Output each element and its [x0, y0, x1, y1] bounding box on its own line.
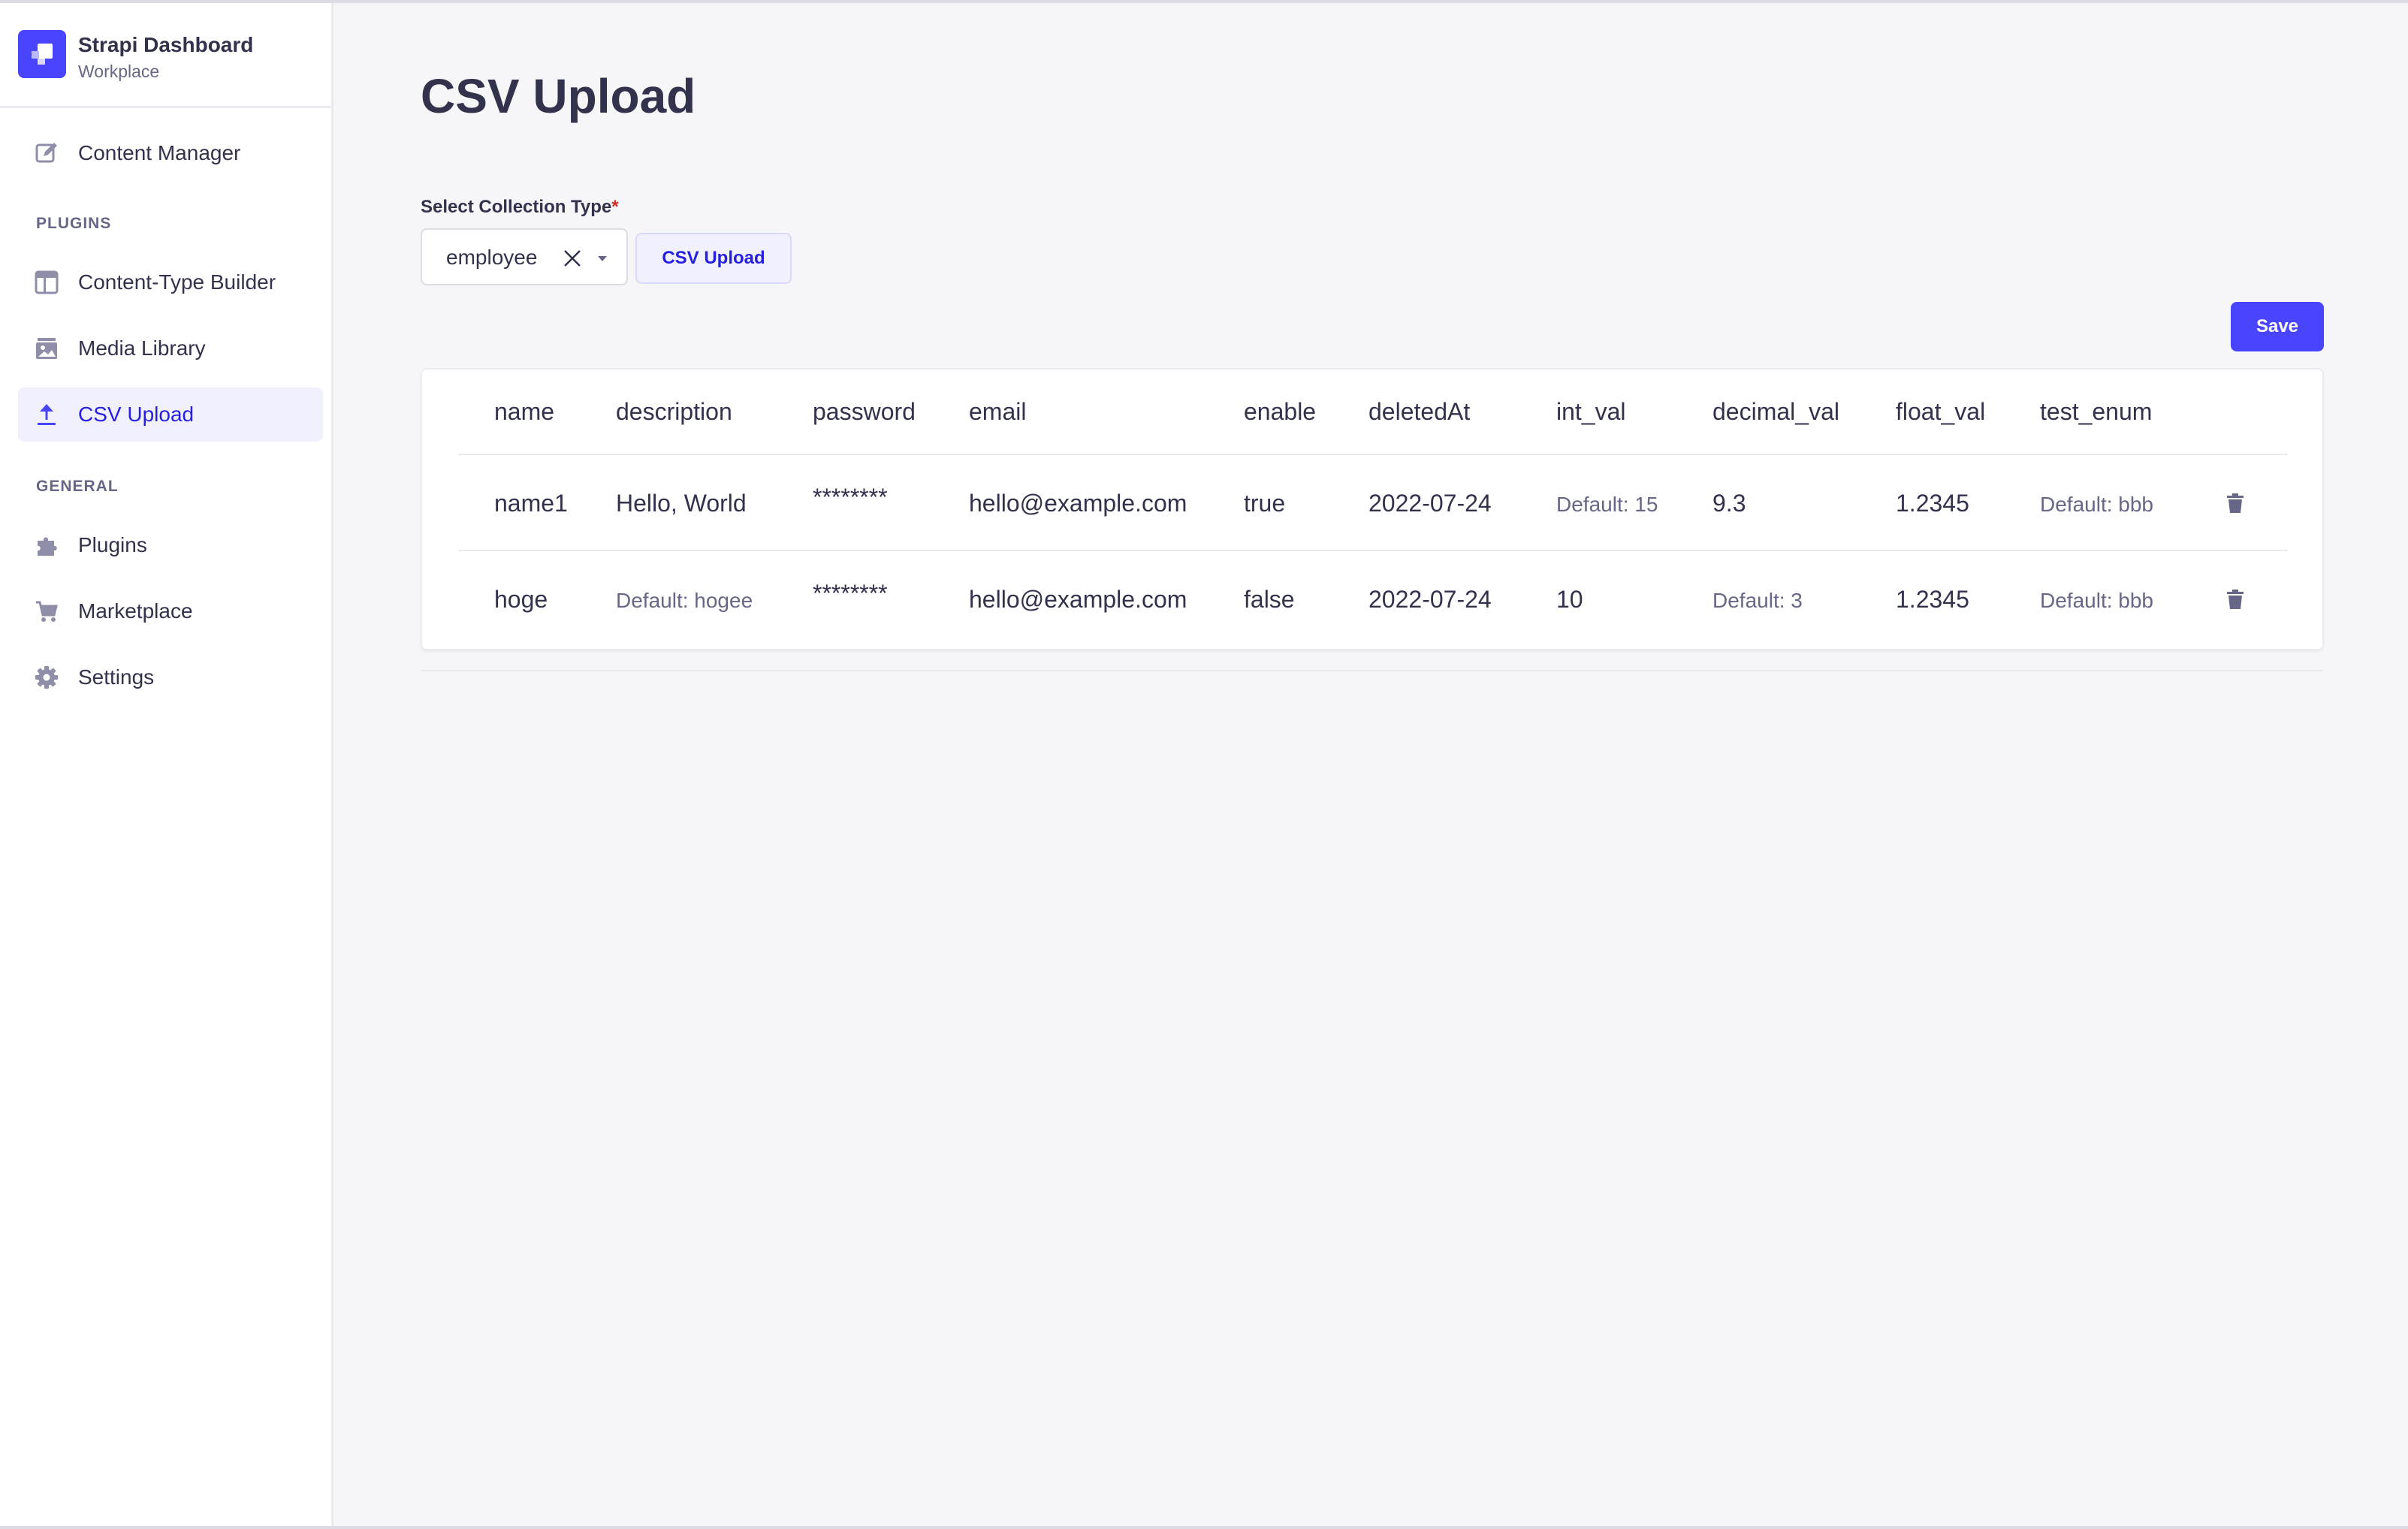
collection-type-value: employee	[446, 246, 538, 269]
column-header-email: email	[969, 398, 1027, 425]
brand-title: Strapi Dashboard	[78, 33, 254, 56]
cell-deletedat[interactable]: 2022-07-24	[1368, 488, 1492, 518]
sidebar-item-marketplace[interactable]: Marketplace	[18, 584, 323, 638]
cell-password[interactable]: ********	[813, 482, 888, 512]
cell-int-val[interactable]: Default: 15	[1556, 490, 1658, 520]
cell-email[interactable]: hello@example.com	[969, 488, 1187, 518]
cell-description[interactable]: Hello, World	[616, 488, 747, 518]
cell-decimal-val[interactable]: 9.3	[1712, 488, 1746, 518]
cell-name[interactable]: hoge	[494, 584, 548, 614]
cell-enable[interactable]: true	[1244, 488, 1285, 518]
column-header-name: name	[494, 398, 555, 425]
cell-test-enum[interactable]: Default: bbb	[2040, 586, 2153, 616]
trash-icon[interactable]	[2225, 493, 2246, 514]
sidebar-item-label: Plugins	[78, 533, 147, 556]
csv-upload-button[interactable]: CSV Upload	[635, 233, 792, 284]
sidebar-item-label: Media Library	[78, 336, 206, 360]
trash-icon[interactable]	[2225, 589, 2246, 610]
strapi-logo-icon	[18, 30, 66, 78]
top-border	[0, 0, 2408, 3]
sidebar-item-content-manager[interactable]: Content Manager	[18, 126, 323, 180]
cell-deletedat[interactable]: 2022-07-24	[1368, 584, 1492, 614]
brand-subtitle: Workplace	[78, 62, 160, 81]
cell-name[interactable]: name1	[494, 488, 568, 518]
collection-type-select[interactable]: employee	[421, 228, 628, 285]
pencil-icon	[35, 143, 57, 163]
sidebar-item-settings[interactable]: Settings	[18, 650, 323, 704]
cell-float-val[interactable]: 1.2345	[1896, 584, 1969, 614]
layout-icon	[35, 270, 59, 294]
chevron-down-icon[interactable]	[596, 252, 608, 264]
column-header-password: password	[813, 398, 916, 425]
cell-float-val[interactable]: 1.2345	[1896, 488, 1969, 518]
sidebar: Strapi Dashboard Workplace Content Manag…	[0, 3, 333, 1526]
sidebar-item-plugins[interactable]: Plugins	[18, 518, 323, 572]
row-divider	[458, 550, 2288, 551]
collection-type-label-text: Select Collection Type	[421, 197, 612, 217]
cell-password[interactable]: ********	[813, 578, 888, 608]
sidebar-item-label: Content Manager	[78, 141, 241, 164]
upload-icon	[38, 404, 56, 425]
bottom-border	[0, 1526, 2408, 1529]
column-header-float-val: float_val	[1896, 398, 1986, 425]
page-title: CSV Upload	[421, 69, 696, 123]
cell-decimal-val[interactable]: Default: 3	[1712, 586, 1803, 616]
column-header-enable: enable	[1244, 398, 1317, 425]
plugins-section-label: PLUGINS	[36, 215, 112, 232]
required-mark: *	[611, 197, 619, 217]
sidebar-item-content-type-builder[interactable]: Content-Type Builder	[18, 255, 323, 309]
column-header-deletedat: deletedAt	[1368, 398, 1471, 425]
column-header-decimal-val: decimal_val	[1712, 398, 1839, 425]
table-footer-divider	[421, 650, 2324, 671]
sidebar-item-label: Marketplace	[78, 599, 193, 623]
cell-description[interactable]: Default: hogee	[616, 586, 753, 616]
cell-email[interactable]: hello@example.com	[969, 584, 1187, 614]
cart-icon	[36, 601, 58, 622]
cell-enable[interactable]: false	[1244, 584, 1295, 614]
row-divider	[458, 454, 2288, 455]
data-table: name description password email enable d…	[421, 368, 2324, 650]
cell-int-val[interactable]: 10	[1556, 584, 1583, 614]
save-button[interactable]: Save	[2231, 302, 2324, 351]
column-header-description: description	[616, 398, 732, 425]
image-icon	[36, 338, 57, 359]
brand-header[interactable]: Strapi Dashboard Workplace	[0, 3, 331, 108]
sidebar-item-csv-upload[interactable]: CSV Upload	[18, 388, 323, 442]
column-header-test-enum: test_enum	[2040, 398, 2153, 425]
gear-icon	[35, 666, 58, 689]
clear-icon[interactable]	[562, 248, 583, 269]
sidebar-item-media-library[interactable]: Media Library	[18, 321, 323, 375]
cell-test-enum[interactable]: Default: bbb	[2040, 490, 2153, 520]
general-section-label: GENERAL	[36, 478, 119, 495]
sidebar-item-label: CSV Upload	[78, 403, 195, 426]
sidebar-item-label: Settings	[78, 665, 155, 689]
puzzle-icon	[38, 537, 57, 556]
column-header-int-val: int_val	[1556, 398, 1626, 425]
collection-type-label: Select Collection Type*	[421, 197, 619, 218]
sidebar-item-label: Content-Type Builder	[78, 270, 276, 294]
